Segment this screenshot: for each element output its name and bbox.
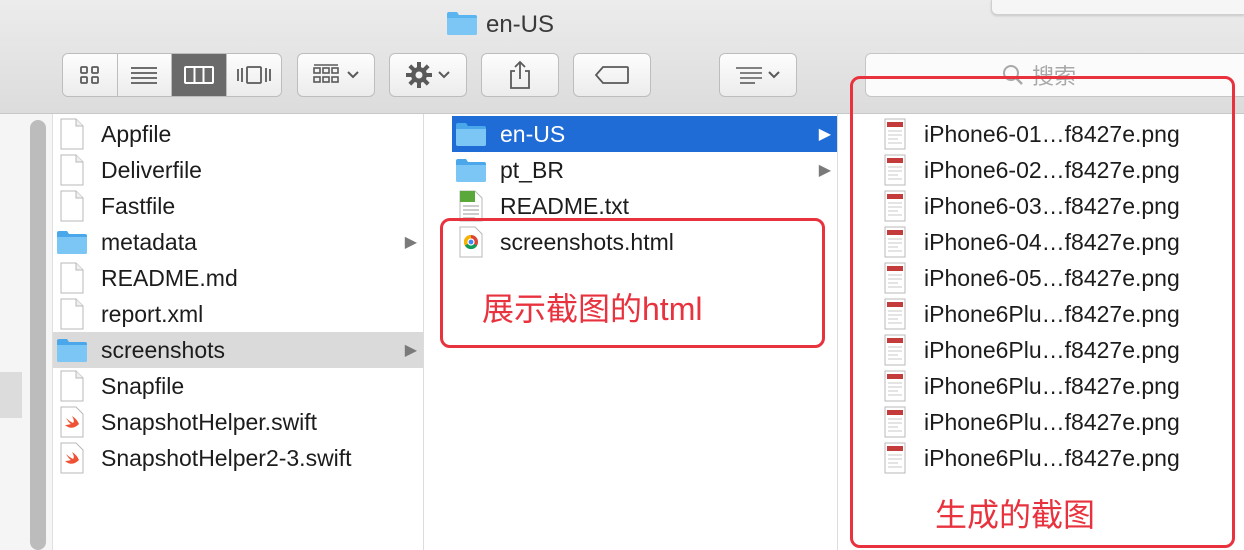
file-row[interactable]: SnapshotHelper2-3.swift: [53, 440, 423, 476]
file-row[interactable]: en-US ▶: [452, 116, 837, 152]
chevron-down-icon: [768, 71, 780, 79]
file-name: metadata: [101, 228, 197, 255]
file-name: Snapfile: [101, 372, 185, 399]
window-title: en-US: [0, 10, 1000, 43]
file-row[interactable]: metadata ▶: [53, 224, 423, 260]
file-name: Deliverfile: [101, 156, 202, 183]
file-row[interactable]: screenshots ▶: [53, 332, 423, 368]
folder-icon: [56, 334, 88, 366]
group-by-button[interactable]: [719, 53, 797, 97]
browser-column-1: Appfile Deliverfile Fastfile metadata ▶ READM…: [53, 114, 424, 550]
folder-icon: [56, 226, 88, 258]
cover-flow-icon: [236, 66, 271, 84]
disclosure-arrow-icon: ▶: [818, 126, 831, 143]
document-icon: [56, 154, 88, 186]
document-icon: [56, 190, 88, 222]
file-row[interactable]: Snapfile: [53, 368, 423, 404]
annotation-box-screenshots: [850, 76, 1235, 548]
file-name: SnapshotHelper2-3.swift: [101, 444, 352, 471]
sidebar-scrollbar[interactable]: [30, 120, 46, 550]
file-name: README.txt: [500, 192, 630, 219]
file-name: pt_BR: [500, 156, 564, 183]
list-view-icon: [131, 67, 158, 84]
arrange-button[interactable]: [297, 53, 375, 97]
group-list-icon: [736, 67, 762, 84]
file-name: Appfile: [101, 120, 172, 147]
file-name: report.xml: [101, 300, 204, 327]
file-name: Fastfile: [101, 192, 176, 219]
swift-icon: [56, 406, 88, 438]
cover-flow-button[interactable]: [226, 54, 281, 96]
disclosure-arrow-icon: ▶: [404, 342, 417, 359]
icon-view-button[interactable]: [63, 54, 118, 96]
swift-icon: [56, 442, 88, 474]
disclosure-arrow-icon: ▶: [818, 162, 831, 179]
share-icon: [510, 60, 530, 89]
document-icon: [56, 118, 88, 150]
document-icon: [56, 262, 88, 294]
document-icon: [56, 298, 88, 330]
folder-icon: [446, 10, 478, 43]
document-icon: [56, 370, 88, 402]
disclosure-arrow-icon: ▶: [404, 234, 417, 251]
arrange-grid-icon: [313, 64, 339, 83]
gear-icon: [406, 62, 432, 88]
file-row[interactable]: README.md: [53, 260, 423, 296]
tag-icon: [594, 66, 629, 84]
file-row[interactable]: report.xml: [53, 296, 423, 332]
file-row[interactable]: pt_BR ▶: [452, 152, 837, 188]
list-view-button[interactable]: [117, 54, 172, 96]
file-row[interactable]: Fastfile: [53, 188, 423, 224]
share-button[interactable]: [481, 53, 559, 97]
folder-icon: [455, 154, 487, 186]
column-view-button[interactable]: [172, 54, 227, 96]
tags-button[interactable]: [573, 53, 651, 97]
icon-view-icon: [79, 66, 99, 84]
folder-icon: [455, 118, 487, 150]
file-row[interactable]: Deliverfile: [53, 152, 423, 188]
file-row[interactable]: Appfile: [53, 116, 423, 152]
file-name: en-US: [500, 120, 566, 147]
annotation-label-screenshots: 生成的截图: [935, 497, 1096, 533]
overlay-window-edge: [991, 0, 1244, 15]
file-name: screenshots: [101, 336, 226, 363]
annotation-label-html: 展示截图的html: [482, 291, 703, 327]
sidebar-item[interactable]: [0, 372, 22, 418]
action-button[interactable]: [389, 53, 467, 97]
window-title-text: en-US: [485, 11, 555, 38]
column-view-icon: [183, 66, 214, 84]
file-name: README.md: [101, 264, 238, 291]
view-mode-segmented-control[interactable]: [62, 53, 282, 97]
chevron-down-icon: [438, 71, 450, 79]
file-row[interactable]: SnapshotHelper.swift: [53, 404, 423, 440]
file-name: SnapshotHelper.swift: [101, 408, 318, 435]
chevron-down-icon: [347, 71, 359, 79]
